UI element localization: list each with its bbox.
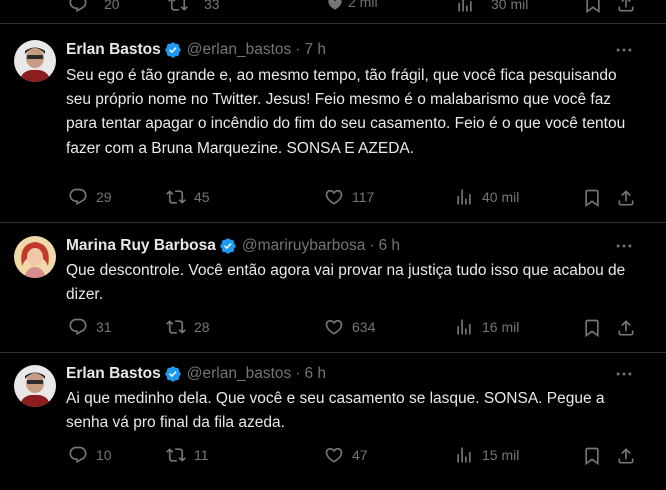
more-icon[interactable] [614,364,634,384]
prev-retweet-count: 33 [204,0,220,12]
reply-button[interactable]: 29 [68,187,112,207]
retweet-icon [168,0,188,11]
retweet-button[interactable]: 45 [166,187,210,207]
prev-retweet-button[interactable]: 33 [168,0,220,14]
tweet-text: Seu ego é tão grande e, ao mesmo tempo, … [66,67,626,157]
tweet-1[interactable]: Erlan Bastos @erlan_bastos · 7 h Seu ego… [0,24,666,224]
prev-views2[interactable]: 30 mil [455,0,528,14]
tweet-text: Ai que medinho dela. Que você e seu casa… [66,390,605,432]
views-count: 16 mil [482,319,520,335]
prev-views[interactable]: 2 mil [348,0,378,10]
previous-tweet-actions: 20 33 2 mil 30 mil [0,0,666,14]
like-count: 47 [352,447,368,463]
more-icon[interactable] [614,236,634,256]
retweet-count: 28 [194,319,210,335]
tweet-actions: 10 11 47 15 mil [0,445,666,467]
verified-badge-icon [165,42,181,58]
tweet-2[interactable]: Marina Ruy Barbosa @mariruybarbosa · 6 h… [0,223,666,353]
share-icon[interactable] [616,188,636,208]
prev-bookmark-button[interactable] [583,0,611,14]
retweet-icon [166,190,186,204]
prev-share-button[interactable] [616,0,644,14]
avatar-image [14,40,56,82]
handle[interactable]: @erlan_bastos [187,364,292,384]
tweet-actions: 31 28 634 16 mil [0,317,666,339]
reply-icon [69,318,87,336]
reply-count: 10 [96,447,112,463]
verified-badge-icon [220,238,236,254]
prev-reply-count: 20 [104,0,120,12]
reply-count: 29 [96,189,112,205]
tweet-actions: 29 45 117 40 mil [0,187,666,209]
reply-button[interactable]: 10 [68,445,112,465]
tweet-header: Erlan Bastos @erlan_bastos · 6 h [66,364,326,384]
reply-button[interactable]: 31 [68,317,112,337]
separator-dot: · [295,41,301,58]
like-button[interactable]: 47 [324,445,368,465]
handle[interactable]: @erlan_bastos [187,40,292,60]
like-icon [325,189,343,205]
like-count: 117 [352,189,375,205]
views-button[interactable]: 40 mil [454,187,519,207]
reply-count: 31 [96,319,112,335]
like-button[interactable]: 117 [324,187,374,207]
prev-views2-count: 30 mil [491,0,529,12]
reply-icon [69,446,87,464]
bookmark-icon[interactable] [582,446,602,466]
verified-badge-icon [165,366,181,382]
avatar[interactable] [14,40,56,82]
avatar[interactable] [14,236,56,278]
retweet-button[interactable]: 28 [166,317,210,337]
more-icon[interactable] [614,40,634,60]
like-icon [328,0,342,10]
avatar[interactable] [14,365,56,407]
timestamp[interactable]: 7 h [304,40,326,60]
views-button[interactable]: 16 mil [454,317,519,337]
views-icon [457,189,471,205]
avatar-image [14,365,56,407]
retweet-icon [166,448,186,462]
reply-icon [69,0,87,13]
timestamp[interactable]: 6 h [304,364,326,384]
views-icon [457,319,471,335]
tweet-header: Marina Ruy Barbosa @mariruybarbosa · 6 h [66,236,400,256]
like-icon [325,319,343,335]
views-count: 40 mil [482,189,520,205]
avatar-image [14,236,56,278]
handle[interactable]: @mariruybarbosa [242,236,365,256]
bookmark-icon[interactable] [582,318,602,338]
share-icon [618,0,634,12]
bookmark-icon[interactable] [582,188,602,208]
retweet-count: 45 [194,189,210,205]
views-icon [458,0,472,12]
tweet-text: Que descontrole. Você então agora vai pr… [66,262,626,304]
like-count: 634 [352,319,376,335]
retweet-icon [166,320,186,334]
tweet-3[interactable]: Erlan Bastos @erlan_bastos · 6 h Ai que … [0,353,666,490]
reply-icon [69,188,87,206]
share-icon[interactable] [616,318,636,338]
display-name[interactable]: Marina Ruy Barbosa [66,236,216,256]
views-count: 15 mil [482,447,520,463]
timestamp[interactable]: 6 h [378,236,400,256]
views-icon [457,447,471,463]
bookmark-icon [586,0,600,14]
like-icon [325,447,343,463]
tweet-header: Erlan Bastos @erlan_bastos · 7 h [66,40,326,60]
like-button[interactable]: 634 [324,317,375,337]
views-button[interactable]: 15 mil [454,445,519,465]
retweet-count: 11 [194,447,209,463]
separator-dot: · [295,365,301,382]
retweet-button[interactable]: 11 [166,445,209,465]
display-name[interactable]: Erlan Bastos [66,364,161,384]
separator-dot: · [369,237,375,254]
prev-reply-button[interactable]: 20 [68,0,120,14]
display-name[interactable]: Erlan Bastos [66,40,161,60]
prev-views-count: 2 mil [348,0,378,10]
share-icon[interactable] [616,446,636,466]
